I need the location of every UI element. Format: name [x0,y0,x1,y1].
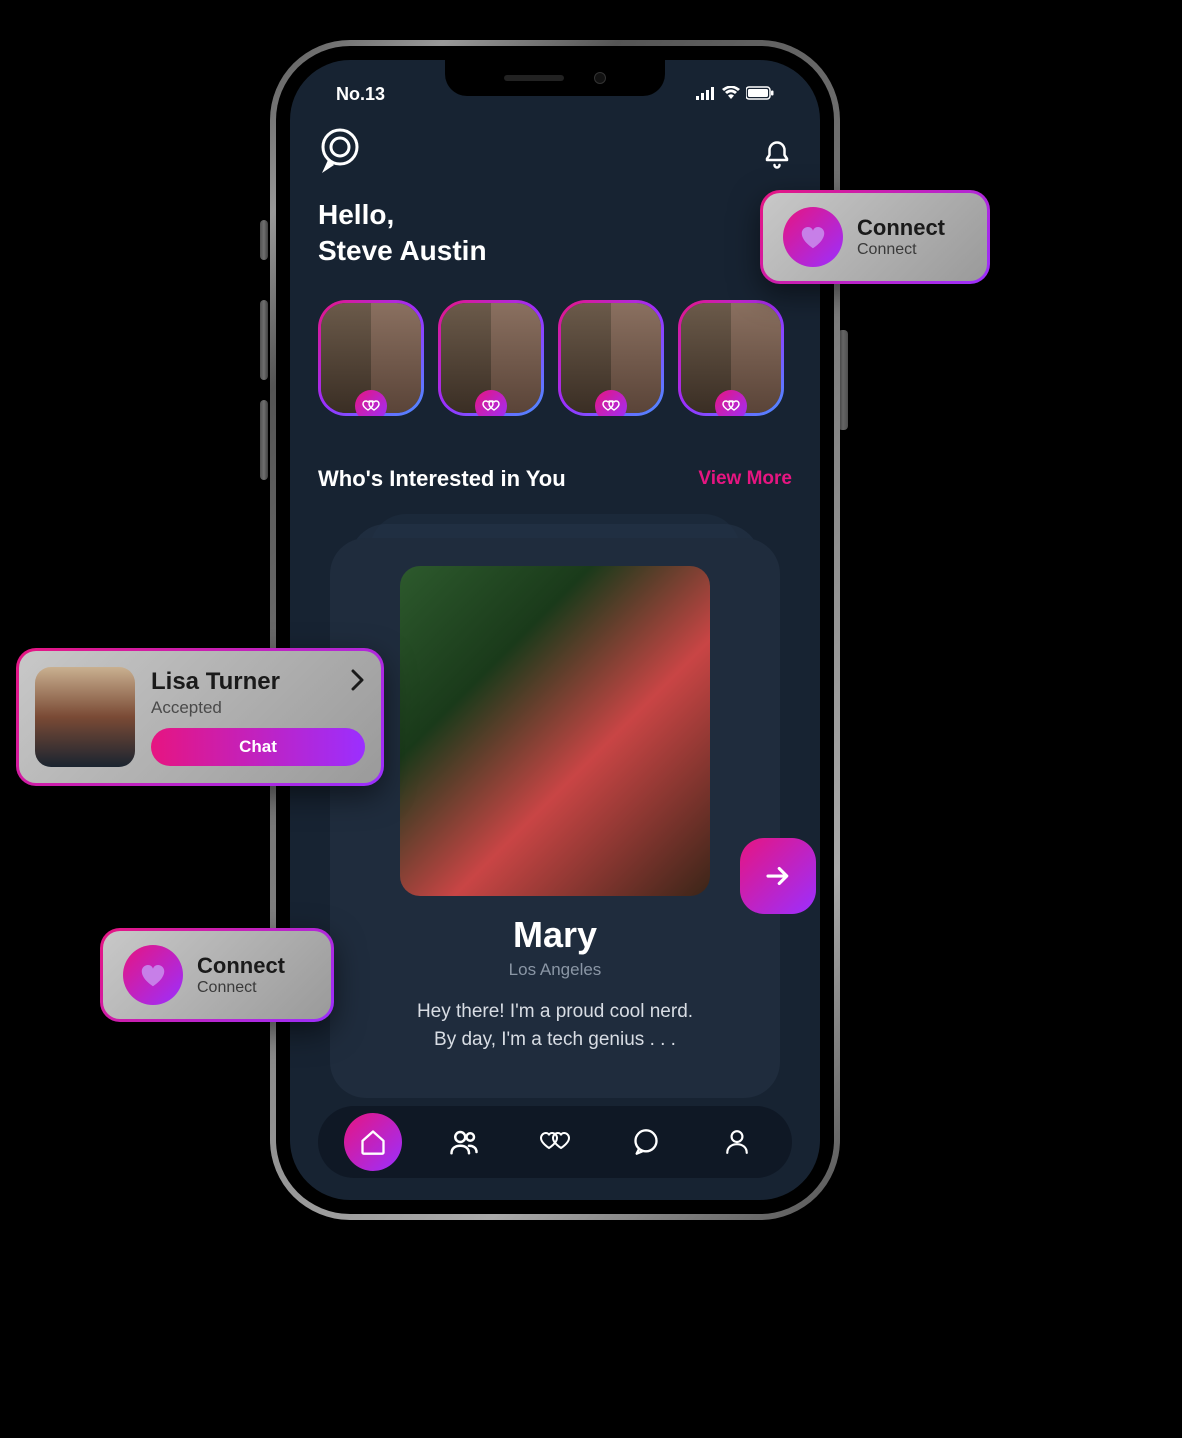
connect-sub: Connect [857,241,945,259]
wifi-icon [722,84,740,105]
hearts-icon [715,390,747,416]
phone-mute-switch [260,220,268,260]
hearts-icon [475,390,507,416]
connect-title: Connect [197,953,285,979]
hearts-icon [595,390,627,416]
view-more-link[interactable]: View More [698,468,792,490]
profile-icon [724,1128,750,1156]
arrow-right-icon [763,861,793,891]
profile-photo [400,566,710,896]
profile-location: Los Angeles [509,960,602,980]
nav-home[interactable] [344,1113,402,1171]
profile-bio: Hey there! I'm a proud cool nerd. By day… [417,998,693,1055]
person-name: Lisa Turner [151,668,280,696]
phone-volume-up [260,300,268,380]
phone-volume-down [260,400,268,480]
bottom-nav [318,1106,792,1178]
next-profile-button[interactable] [740,838,816,914]
match-tile[interactable] [558,300,664,416]
connect-popout-bottom[interactable]: Connect Connect [100,928,334,1022]
chevron-right-icon[interactable] [351,669,365,696]
hearts-icon [538,1129,572,1155]
heart-icon [123,945,183,1005]
hearts-icon [355,390,387,416]
accepted-popout[interactable]: Lisa Turner Accepted Chat [16,648,384,786]
connect-popout-top[interactable]: Connect Connect [760,190,990,284]
connect-title: Connect [857,215,945,241]
avatar [35,667,135,767]
notifications-button[interactable] [762,140,792,175]
match-tile[interactable] [678,300,784,416]
phone-frame: No.13 [270,40,840,1220]
matches-row [318,300,792,416]
greeting-hello: Hello, [318,197,792,233]
chat-icon [632,1128,660,1156]
profile-card-stack: Mary Los Angeles Hey there! I'm a proud … [318,512,792,1092]
greeting: Hello, Steve Austin [318,197,792,270]
battery-icon [746,84,774,105]
chat-button[interactable]: Chat [151,728,365,766]
phone-notch [445,60,665,96]
signal-icon [696,84,716,105]
match-tile[interactable] [318,300,424,416]
app-screen: No.13 [290,60,820,1200]
nav-profile[interactable] [708,1113,766,1171]
profile-card[interactable]: Mary Los Angeles Hey there! I'm a proud … [330,538,780,1098]
home-icon [359,1128,387,1156]
people-icon [449,1127,479,1157]
app-logo[interactable] [318,127,362,187]
status-time: No.13 [336,84,385,105]
bell-icon [762,140,792,170]
nav-likes[interactable] [526,1113,584,1171]
status-label: Accepted [151,698,365,718]
section-title: Who's Interested in You [318,466,566,492]
greeting-name: Steve Austin [318,233,792,269]
nav-people[interactable] [435,1113,493,1171]
profile-name: Mary [513,914,597,956]
match-tile[interactable] [438,300,544,416]
heart-icon [783,207,843,267]
nav-chat[interactable] [617,1113,675,1171]
connect-sub: Connect [197,979,285,997]
